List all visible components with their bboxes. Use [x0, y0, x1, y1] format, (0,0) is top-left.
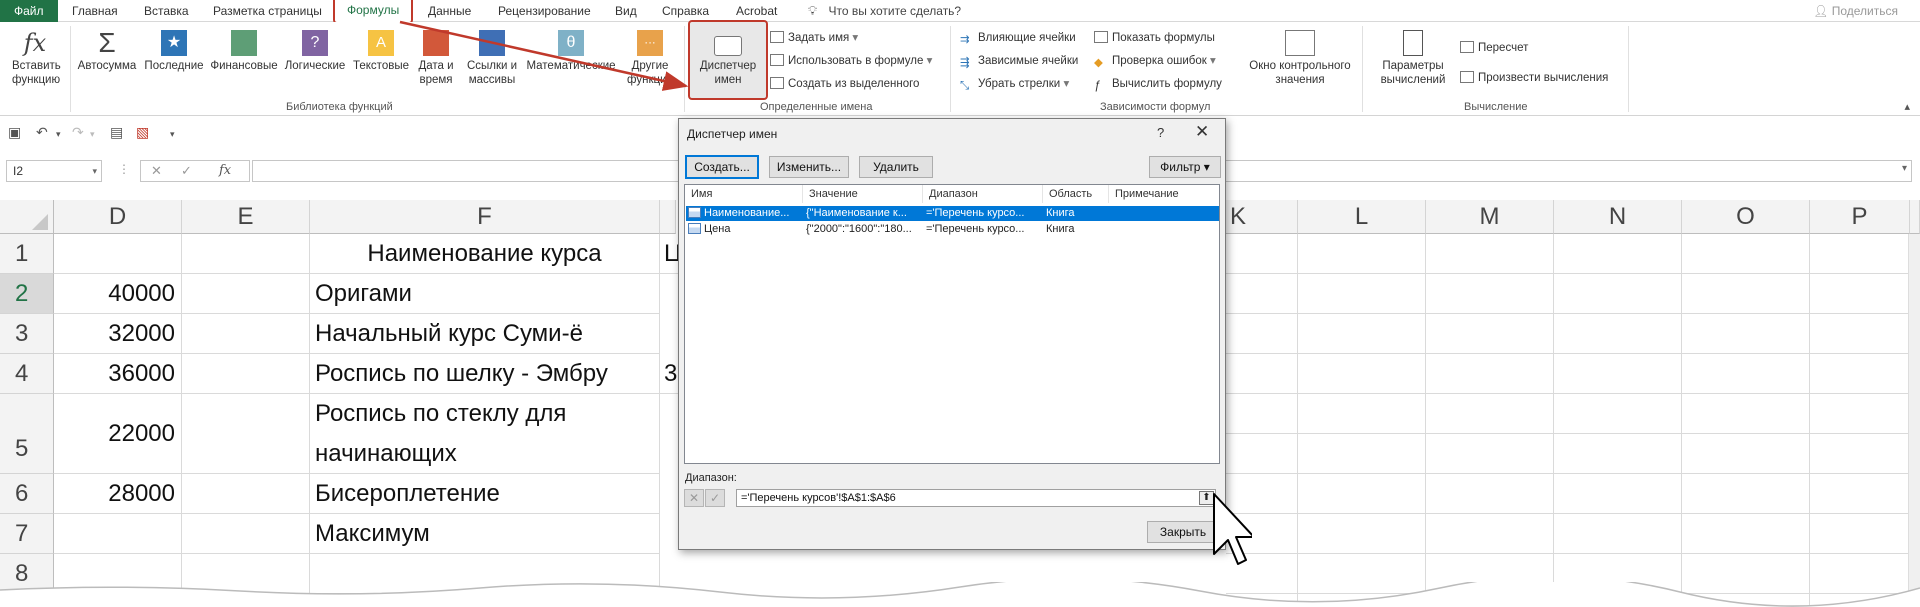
cell-f5-line1: Роспись по стеклу для — [315, 400, 567, 427]
column-header-k[interactable]: K — [1226, 200, 1298, 234]
expand-formula-icon[interactable]: ▾ — [1902, 163, 1907, 174]
cell-e7[interactable] — [182, 514, 310, 554]
range-label: Диапазон: — [685, 472, 737, 484]
cell-e5[interactable] — [182, 394, 310, 474]
confirm-edit-icon[interactable]: ✓ — [705, 489, 725, 507]
cell-e3[interactable] — [182, 314, 310, 354]
cell-f4[interactable]: Роспись по шелку - Эмбру — [310, 354, 660, 394]
row-name: Цена — [704, 223, 731, 235]
row-header-6[interactable]: 6 — [0, 474, 54, 514]
cell-d6[interactable]: 28000 — [54, 474, 182, 514]
vertical-scroll-top[interactable] — [1910, 200, 1920, 234]
header-scope[interactable]: Область — [1043, 185, 1109, 203]
name-box[interactable]: I2 ▾ — [6, 160, 102, 182]
dialog-title: Диспетчер имен — [687, 127, 778, 141]
cell-f2[interactable]: Оригами — [310, 274, 660, 314]
range-name-icon — [688, 223, 701, 234]
empty-cells-right[interactable] — [1226, 234, 1920, 607]
edit-name-button[interactable]: Изменить... — [769, 156, 849, 178]
cell-e4[interactable] — [182, 354, 310, 394]
insert-fx-icon[interactable]: fx — [219, 161, 231, 181]
name-box-dropdown-icon[interactable]: ▾ — [92, 161, 97, 181]
cancel-entry-icon[interactable]: ✕ — [151, 161, 162, 181]
formula-bar-dots-icon: ⋮ — [118, 162, 130, 176]
header-note[interactable]: Примечание — [1109, 185, 1219, 203]
row-header-7[interactable]: 7 — [0, 514, 54, 554]
row-value: {"Наименование к... — [806, 207, 907, 219]
list-item[interactable]: Цена {"2000":"1600":"180... ='Перечень к… — [686, 222, 1219, 237]
confirm-entry-icon[interactable]: ✓ — [181, 161, 192, 181]
redo-dropdown-icon[interactable]: ▾ — [90, 129, 95, 140]
list-item[interactable]: Наименование... {"Наименование к... ='Пе… — [686, 206, 1219, 221]
close-dialog-button[interactable]: Закрыть — [1147, 521, 1219, 543]
undo-dropdown-icon[interactable]: ▾ — [56, 129, 61, 140]
cell-g4-partial[interactable]: 3 — [660, 354, 680, 394]
row-name-cell: Цена — [688, 222, 804, 237]
cell-d7[interactable] — [54, 514, 182, 554]
select-all-corner[interactable] — [0, 200, 54, 234]
save-icon[interactable]: ▣ — [8, 124, 21, 141]
row-scope: Книга — [1046, 207, 1075, 219]
cell-d2[interactable]: 40000 — [54, 274, 182, 314]
cell-f5[interactable]: Роспись по стеклу для начинающих — [310, 394, 660, 474]
cell-g1-partial[interactable]: Ц — [660, 234, 682, 274]
cell-f3[interactable]: Начальный курс Суми-ё — [310, 314, 660, 354]
help-icon[interactable]: ? — [1157, 125, 1164, 140]
redo-icon[interactable]: ↷ — [72, 124, 84, 141]
save-as-icon[interactable]: ▤ — [110, 124, 123, 141]
range-name-icon — [688, 207, 701, 218]
name-manager-dialog: Диспетчер имен ? ✕ Создать... Изменить..… — [678, 118, 1226, 550]
clear-icon[interactable]: ▧ — [136, 124, 149, 141]
column-header-n[interactable]: N — [1554, 200, 1682, 234]
column-header-o[interactable]: O — [1682, 200, 1810, 234]
vertical-scrollbar[interactable] — [1908, 234, 1920, 607]
cell-e6[interactable] — [182, 474, 310, 514]
column-header-g-partial[interactable] — [660, 200, 676, 234]
delete-name-button[interactable]: Удалить — [859, 156, 933, 178]
column-header-m[interactable]: M — [1426, 200, 1554, 234]
column-header-f[interactable]: F — [310, 200, 660, 234]
column-header-p[interactable]: P — [1810, 200, 1910, 234]
row-header-2[interactable]: 2 — [0, 274, 54, 314]
mouse-cursor-icon — [1213, 493, 1252, 565]
select-all-triangle-icon — [32, 214, 48, 230]
cell-f5-line2: начинающих — [315, 440, 457, 467]
row-header-4[interactable]: 4 — [0, 354, 54, 394]
row-range: ='Перечень курсо... — [926, 207, 1025, 219]
row-header-1[interactable]: 1 — [0, 234, 54, 274]
cell-d1[interactable] — [54, 234, 182, 274]
cell-f6[interactable]: Бисероплетение — [310, 474, 660, 514]
cell-d5[interactable]: 22000 — [54, 394, 182, 474]
column-header-d[interactable]: D — [54, 200, 182, 234]
header-name[interactable]: Имя — [685, 185, 803, 203]
row-scope: Книга — [1046, 223, 1075, 235]
row-value: {"2000":"1600":"180... — [806, 223, 912, 235]
torn-edge — [0, 582, 1920, 607]
cell-f1[interactable]: Наименование курса — [310, 234, 660, 274]
row-name: Наименование... — [704, 207, 790, 219]
row-header-5[interactable]: 5 — [0, 394, 54, 474]
cell-d4[interactable]: 36000 — [54, 354, 182, 394]
header-range[interactable]: Диапазон — [923, 185, 1043, 203]
cell-e2[interactable] — [182, 274, 310, 314]
column-header-l[interactable]: L — [1298, 200, 1426, 234]
range-input[interactable]: ='Перечень курсов'!$A$1:$A$6 — [736, 489, 1216, 507]
cell-e1[interactable] — [182, 234, 310, 274]
names-list[interactable]: Имя Значение Диапазон Область Примечание… — [684, 184, 1220, 464]
cancel-edit-icon[interactable]: ✕ — [684, 489, 704, 507]
cell-d3[interactable]: 32000 — [54, 314, 182, 354]
close-icon[interactable]: ✕ — [1195, 122, 1209, 142]
undo-icon[interactable]: ↶ — [36, 124, 48, 141]
filter-button[interactable]: Фильтр ▾ — [1149, 156, 1221, 178]
customize-qat-icon[interactable]: ▾ — [170, 129, 175, 140]
cell-f7[interactable]: Максимум — [310, 514, 660, 554]
name-box-value: I2 — [13, 164, 24, 178]
create-name-button[interactable]: Создать... — [685, 155, 759, 179]
row-name-cell: Наименование... — [688, 206, 804, 221]
row-header-3[interactable]: 3 — [0, 314, 54, 354]
header-value[interactable]: Значение — [803, 185, 923, 203]
row-range: ='Перечень курсо... — [926, 223, 1025, 235]
formula-buttons: ✕ ✓ fx — [140, 160, 250, 182]
column-header-e[interactable]: E — [182, 200, 310, 234]
